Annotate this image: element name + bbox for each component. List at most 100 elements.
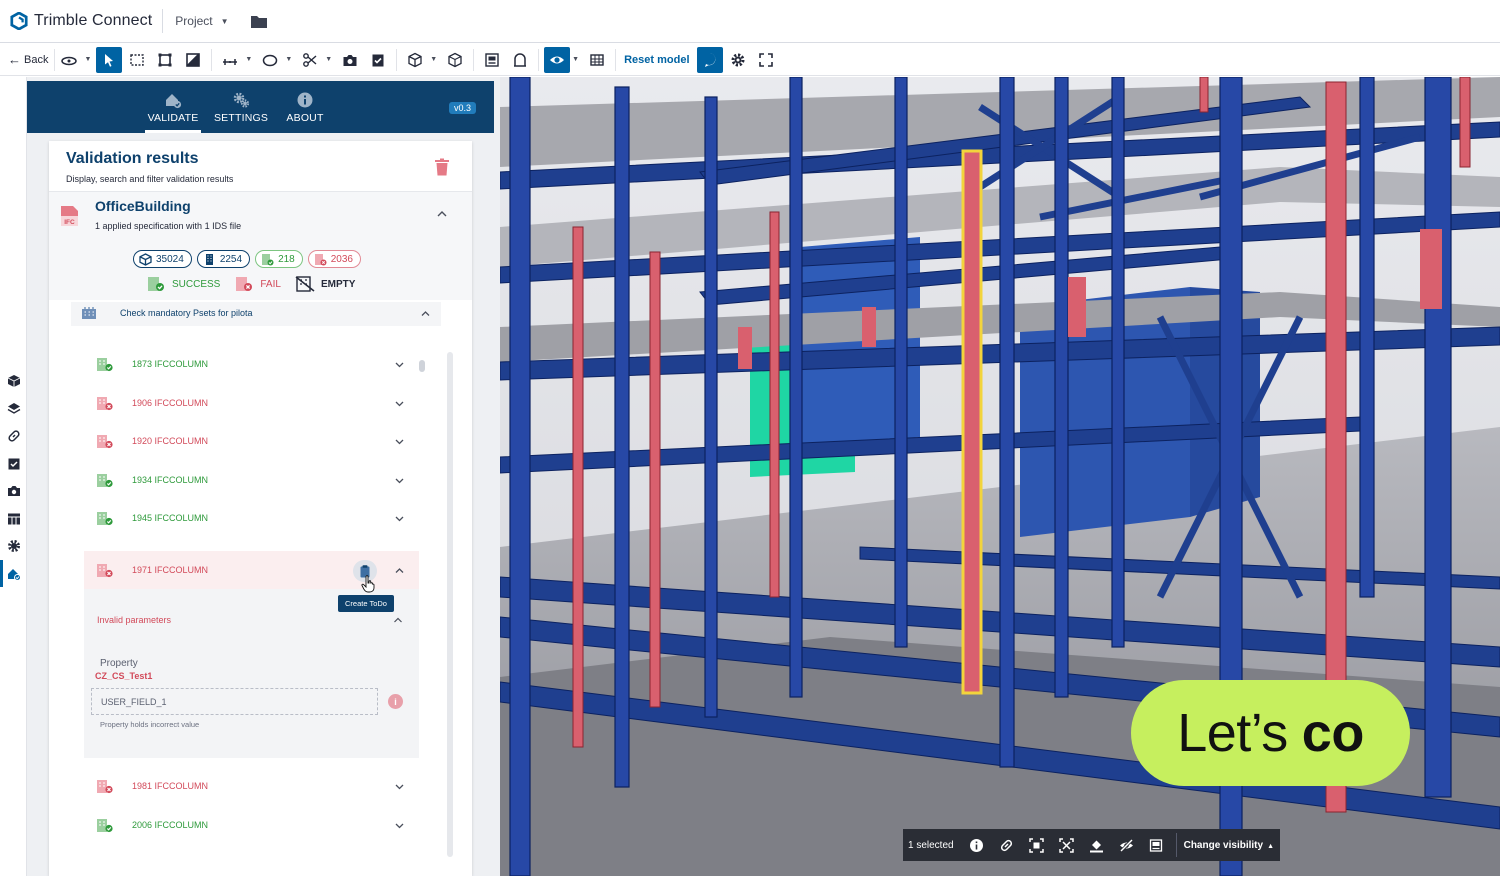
select-tool-button[interactable] — [96, 46, 123, 73]
specification-header[interactable]: Check mandatory Psets for pilota — [71, 302, 441, 326]
legend-success[interactable]: SUCCESS — [146, 276, 220, 292]
view-cube-button[interactable] — [402, 47, 428, 73]
chevron-up-icon[interactable] — [436, 208, 448, 220]
caret-down-icon[interactable]: ▼ — [572, 56, 579, 63]
scrollbar[interactable] — [447, 352, 453, 857]
hide-selection-button[interactable] — [1114, 832, 1140, 858]
markup-button[interactable] — [257, 47, 283, 73]
document-icon — [485, 52, 499, 67]
chevron-down-icon[interactable] — [394, 359, 405, 370]
chevron-down-icon[interactable] — [394, 820, 405, 831]
property-name: CZ_CS_Test1 — [95, 671, 153, 681]
chevron-up-icon[interactable] — [393, 615, 403, 625]
rail-layers[interactable] — [5, 400, 22, 417]
section-box-button[interactable] — [152, 47, 178, 73]
top-bar: Trimble Connect Project ▼ — [0, 0, 1500, 43]
grid-icon — [590, 53, 604, 66]
walk-mode-button[interactable] — [507, 47, 533, 73]
list-item[interactable]: 1981 IFCCOLUMN — [84, 767, 419, 805]
specification-title: Check mandatory Psets for pilota — [120, 308, 253, 318]
link-selection-button[interactable] — [994, 832, 1020, 858]
chevron-down-icon[interactable] — [394, 436, 405, 447]
objects-count-pill[interactable]: 35024 — [133, 250, 192, 268]
create-todo-tooltip: Create ToDo — [338, 595, 394, 612]
list-item[interactable]: 2006 IFCCOLUMN — [84, 806, 419, 844]
box-select-button[interactable] — [124, 47, 150, 73]
todo-button[interactable] — [365, 47, 391, 73]
list-item[interactable]: 1920 IFCCOLUMN — [84, 422, 419, 460]
info-icon[interactable]: i — [388, 694, 403, 709]
rail-views[interactable] — [5, 482, 22, 499]
fit-to-selection-button[interactable] — [1024, 832, 1050, 858]
fullscreen-button[interactable] — [753, 47, 779, 73]
visibility-button[interactable] — [544, 46, 571, 73]
list-item[interactable]: 1906 IFCCOLUMN — [84, 384, 419, 422]
building-check-icon — [262, 253, 274, 265]
viewer-toolbar: ← Back ▼ ▼ ▼ ▼ ▼ ▼ Reset model ? — [0, 44, 1500, 76]
card-title: Validation results — [66, 150, 199, 167]
help-button[interactable]: ? — [696, 46, 723, 73]
checked-count: 2254 — [219, 253, 243, 265]
rail-tables[interactable] — [5, 510, 22, 527]
projection-button[interactable] — [442, 47, 468, 73]
properties-button[interactable] — [479, 47, 505, 73]
legend-fail[interactable]: FAIL — [234, 276, 281, 292]
model-name: OfficeBuilding — [95, 198, 191, 214]
section-plane-button[interactable] — [180, 47, 206, 73]
list-item[interactable]: 1873 IFCCOLUMN — [84, 345, 419, 383]
item-label: 2006 IFCCOLUMN — [132, 820, 209, 830]
trash-icon[interactable] — [434, 158, 450, 176]
chevron-down-icon[interactable] — [394, 398, 405, 409]
chevron-up-icon[interactable] — [420, 308, 431, 319]
color-selection-button[interactable] — [1084, 832, 1110, 858]
rail-todos[interactable] — [5, 455, 22, 472]
rail-validate[interactable] — [0, 560, 22, 587]
chevron-down-icon[interactable] — [394, 781, 405, 792]
chevron-down-icon[interactable] — [394, 513, 405, 524]
tab-settings[interactable]: SETTINGS — [213, 81, 269, 133]
presentation-button[interactable] — [584, 47, 610, 73]
isolate-selection-button[interactable] — [1054, 832, 1080, 858]
settings-button[interactable] — [725, 47, 751, 73]
caret-down-icon[interactable]: ▼ — [245, 56, 252, 63]
back-button[interactable]: ← Back — [8, 48, 56, 71]
legend-empty-label: EMPTY — [320, 278, 356, 290]
orbit-tool-button[interactable] — [56, 47, 82, 73]
chevron-up-icon[interactable] — [394, 565, 405, 576]
properties-panel-button[interactable] — [1144, 832, 1170, 858]
cloud-markup-icon — [263, 54, 278, 66]
reset-model-button[interactable]: Reset model — [624, 54, 689, 66]
caret-down-icon[interactable]: ▼ — [325, 56, 332, 63]
3d-viewport[interactable]: Let’s co 1 selected Change visibility ▲ — [500, 77, 1500, 876]
fullscreen-icon — [758, 52, 773, 67]
success-count-pill[interactable]: 218 — [255, 250, 303, 268]
caret-down-icon[interactable]: ▼ — [285, 56, 292, 63]
list-item[interactable]: 1934 IFCCOLUMN — [84, 461, 419, 499]
measure-button[interactable] — [217, 47, 243, 73]
list-item[interactable]: 1945 IFCCOLUMN — [84, 499, 419, 537]
fail-count-pill[interactable]: 2036 — [307, 250, 361, 268]
project-menu[interactable]: Project ▼ — [175, 14, 228, 28]
clip-button[interactable] — [297, 47, 323, 73]
caret-down-icon[interactable]: ▼ — [430, 56, 437, 63]
checked-count-pill[interactable]: 2254 — [196, 250, 251, 268]
building-x-icon — [236, 277, 253, 291]
chevron-down-icon[interactable] — [394, 475, 405, 486]
house-check-icon — [7, 568, 21, 581]
scrollbar-thumb[interactable] — [419, 360, 425, 372]
caret-down-icon: ▼ — [220, 16, 229, 26]
selection-info-button[interactable] — [964, 832, 990, 858]
rail-links[interactable] — [5, 427, 22, 444]
tab-validate[interactable]: VALIDATE — [145, 81, 201, 133]
caret-down-icon[interactable]: ▼ — [84, 56, 91, 63]
snapshot-button[interactable] — [337, 47, 363, 73]
rail-models[interactable] — [5, 372, 22, 389]
folder-icon[interactable] — [250, 15, 267, 28]
tab-about[interactable]: ABOUT — [281, 81, 329, 133]
property-value-field[interactable]: USER_FIELD_1 — [91, 688, 378, 715]
brand[interactable]: Trimble Connect — [10, 12, 152, 30]
building-icon — [205, 253, 213, 265]
change-visibility-dropdown[interactable]: Change visibility ▲ — [1184, 840, 1274, 851]
legend-empty[interactable]: EMPTY — [295, 276, 355, 292]
rail-extensions[interactable] — [5, 537, 22, 554]
